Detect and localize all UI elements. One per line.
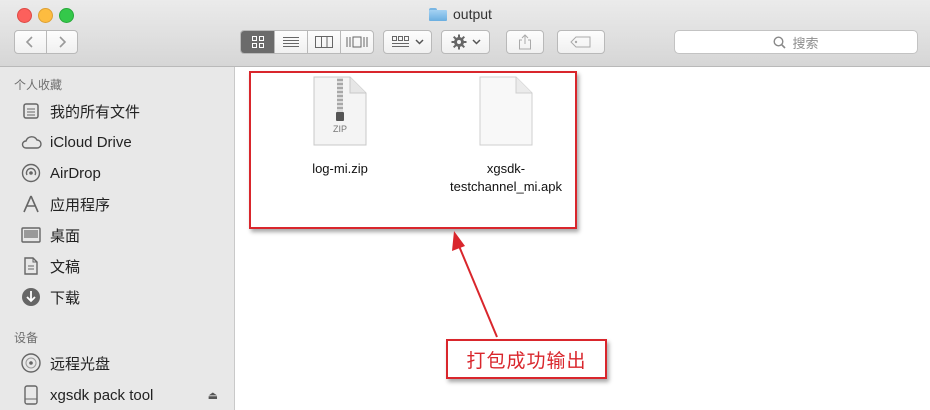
finder-window: output 搜索 个人收藏 我的所有文件 iCloud Drive AirDr… <box>0 0 930 410</box>
annotation-callout: 打包成功输出 <box>446 339 607 379</box>
